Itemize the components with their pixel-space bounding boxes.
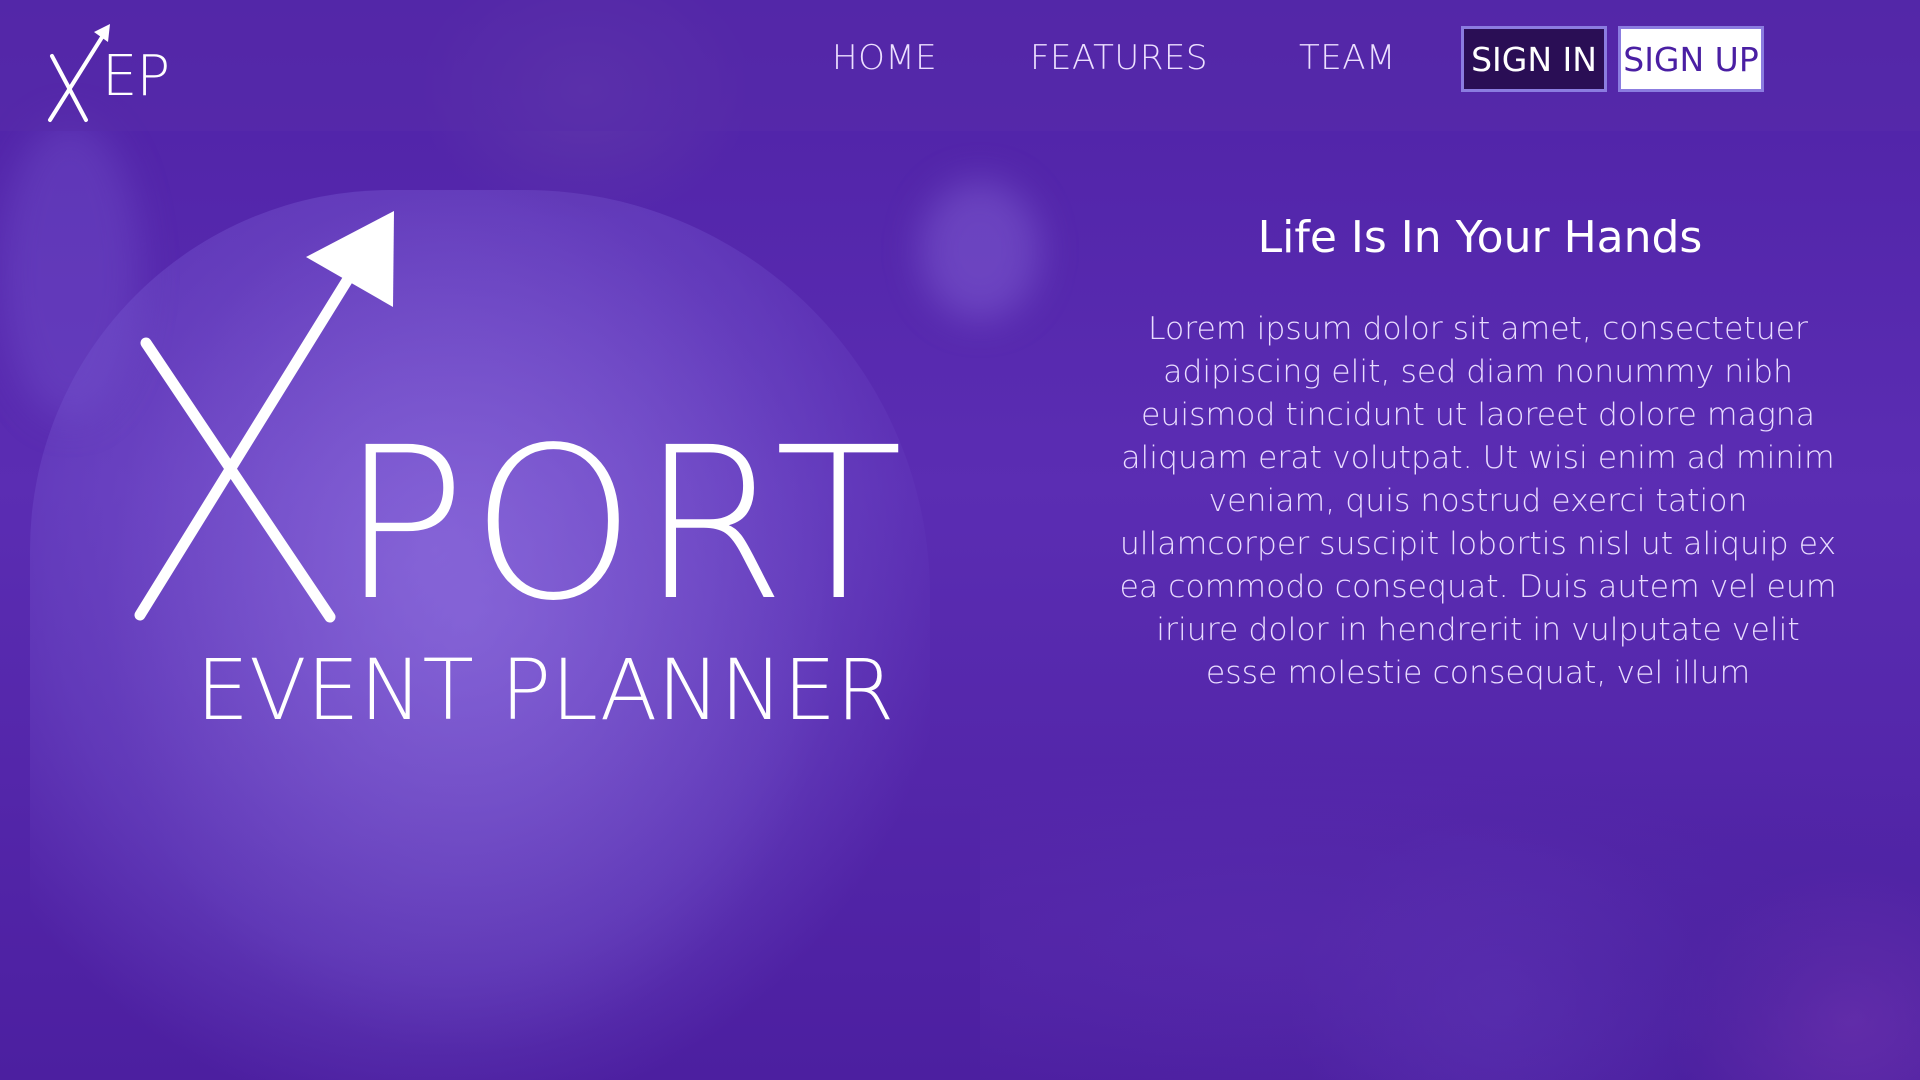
top-navbar: EP HOME FEATURES TEAM SIGN IN SIGN UP [0, 0, 1920, 131]
sign-up-button[interactable]: SIGN UP [1618, 26, 1764, 92]
hero-subtitle: EVENT PLANNER [196, 641, 895, 739]
brand-logo[interactable]: EP [44, 10, 174, 122]
hero-description: Lorem ipsum dolor sit amet, consectetuer… [1119, 311, 1837, 691]
sign-in-button[interactable]: SIGN IN [1461, 26, 1607, 92]
background-light [0, 120, 140, 420]
hero-logo-word: PORT [340, 402, 907, 647]
nav-home[interactable]: HOME [832, 38, 937, 78]
hero-tagline: Life Is In Your Hands [1257, 212, 1703, 263]
background-crowd [980, 720, 1920, 1080]
nav-features[interactable]: FEATURES [1030, 38, 1208, 78]
nav-team[interactable]: TEAM [1299, 38, 1396, 78]
brand-name: EP [102, 44, 170, 109]
background-light [920, 180, 1040, 320]
